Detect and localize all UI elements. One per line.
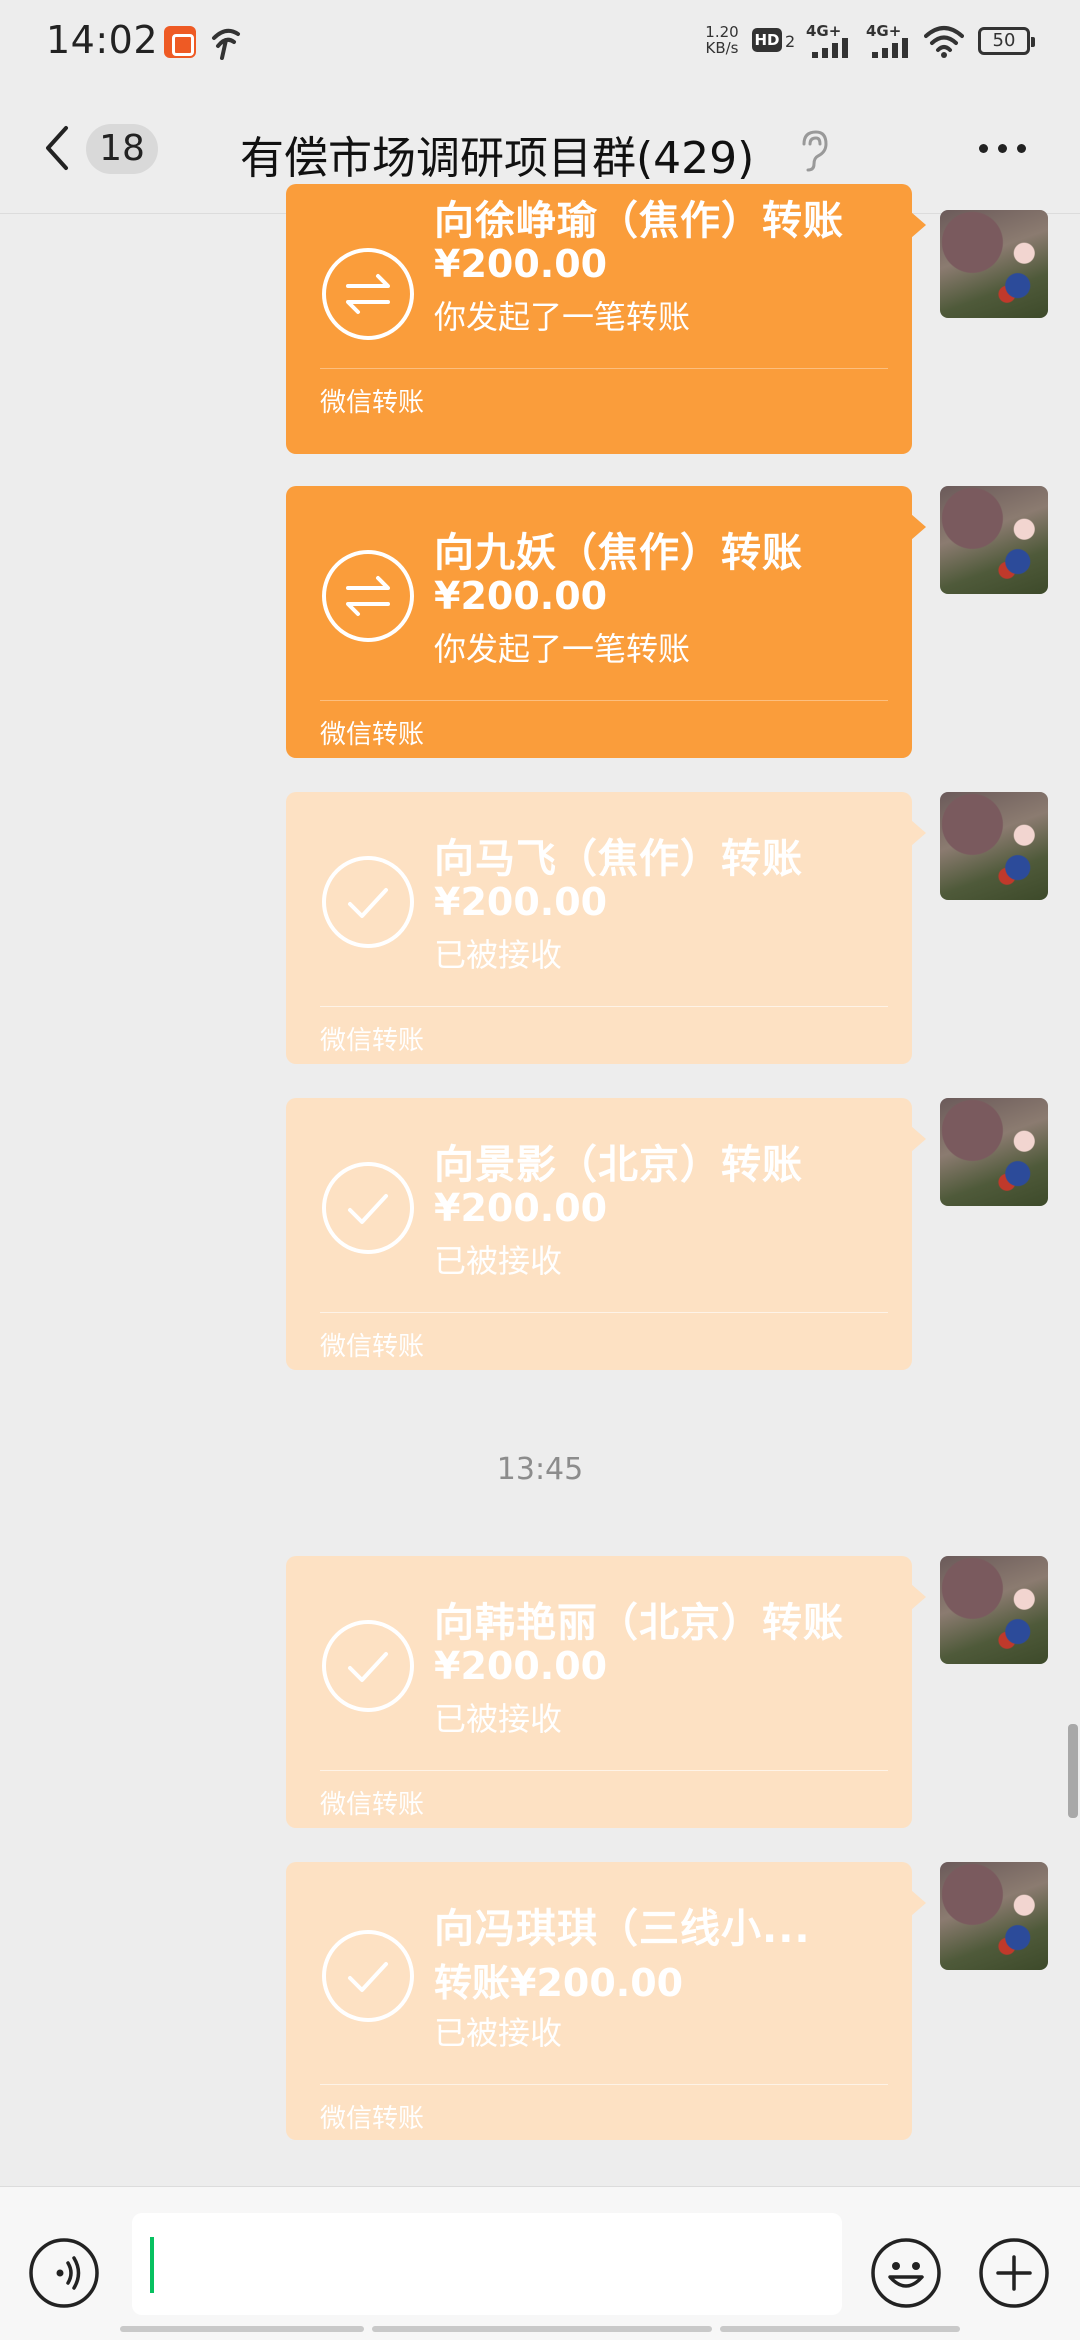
avatar[interactable] (940, 1098, 1048, 1206)
checkmark-circle-icon (322, 1930, 414, 2022)
plus-icon (979, 2238, 1049, 2308)
transfer-title: 向马飞（焦作）转账 (434, 836, 803, 882)
transfer-status: 已被接收 (434, 2014, 563, 2052)
hd-indicator: HD 2 (752, 26, 798, 56)
voice-icon (29, 2238, 99, 2308)
transfer-bubble[interactable]: 向马飞（焦作）转账 ¥200.00 已被接收 微信转账 (286, 792, 926, 1064)
signal-sim1: 4G+ (806, 22, 858, 60)
bubble-tail (911, 1890, 926, 1916)
checkmark-circle-icon (322, 1162, 414, 1254)
bubble-tail (911, 212, 926, 238)
divider (320, 1312, 888, 1313)
dot-icon (978, 144, 988, 153)
transfer-amount: ¥200.00 (434, 1186, 608, 1230)
transfer-bubble[interactable]: 向九妖（焦作）转账 ¥200.00 你发起了一笔转账 微信转账 (286, 486, 926, 758)
transfer-title: 向韩艳丽（北京）转账 (434, 1600, 844, 1646)
unread-count-badge: 18 (86, 124, 158, 174)
transfer-status: 你发起了一笔转账 (434, 298, 691, 336)
transfer-bubble[interactable]: 向景影（北京）转账 ¥200.00 已被接收 微信转账 (286, 1098, 926, 1370)
transfer-bubble[interactable]: 向冯琪琪（三线小... 转账¥200.00 已被接收 微信转账 (286, 1862, 926, 2140)
checkmark-circle-icon (322, 1620, 414, 1712)
hd-label: HD (752, 28, 782, 52)
transfer-footer: 微信转账 (320, 1790, 425, 1820)
transfer-bubble[interactable]: 向徐峥瑜（焦作）转账 ¥200.00 你发起了一笔转账 微信转账 (286, 184, 926, 454)
scrollbar[interactable] (1068, 1724, 1078, 1818)
gesture-bar (720, 2326, 960, 2332)
back-button[interactable]: 18 (34, 118, 164, 178)
divider (320, 1006, 888, 1007)
signal-bars-icon (812, 38, 848, 58)
transfer-title: 向冯琪琪（三线小... (434, 1906, 811, 1952)
emoji-icon (871, 2238, 941, 2308)
avatar[interactable] (940, 486, 1048, 594)
gesture-bar (120, 2326, 364, 2332)
bubble-tail (911, 820, 926, 846)
transfer-status: 已被接收 (434, 1242, 563, 1280)
transfer-amount: ¥200.00 (434, 1644, 608, 1688)
plus-button[interactable] (978, 2237, 1050, 2309)
app-notification-icon (164, 26, 196, 58)
bubble-tail (911, 1126, 926, 1152)
telecom-icon (212, 28, 240, 60)
dot-icon (1016, 144, 1026, 153)
avatar[interactable] (940, 1556, 1048, 1664)
transfer-bubble[interactable]: 向韩艳丽（北京）转账 ¥200.00 已被接收 微信转账 (286, 1556, 926, 1828)
chat-timestamp: 13:45 (496, 1452, 584, 1487)
checkmark-circle-icon (322, 856, 414, 948)
transfer-footer: 微信转账 (320, 1026, 425, 1056)
transfer-status: 已被接收 (434, 936, 563, 974)
message-input[interactable] (132, 2213, 842, 2315)
gesture-bar (372, 2326, 712, 2332)
hd-sim-number: 2 (785, 32, 796, 51)
net-speed-unit: KB/s (705, 39, 739, 57)
transfer-title: 向徐峥瑜（焦作）转账 (434, 198, 844, 244)
bubble-tail (911, 514, 926, 540)
signal-bars-icon (872, 38, 908, 58)
divider (320, 1770, 888, 1771)
avatar[interactable] (940, 210, 1048, 318)
divider (320, 368, 888, 369)
back-arrow-icon (46, 126, 68, 170)
transfer-arrows-icon (322, 248, 414, 340)
wifi-icon (924, 26, 964, 58)
bubble-tail (911, 1584, 926, 1610)
dot-icon (997, 144, 1007, 153)
divider (320, 2084, 888, 2085)
chat-title[interactable]: 有偿市场调研项目群(429) (240, 122, 754, 186)
transfer-status: 已被接收 (434, 1700, 563, 1738)
transfer-amount: 转账¥200.00 (434, 1961, 684, 2005)
avatar[interactable] (940, 792, 1048, 900)
transfer-footer: 微信转账 (320, 1332, 425, 1362)
net-speed: 1.20 KB/s (700, 24, 744, 56)
transfer-footer: 微信转账 (320, 388, 425, 418)
voice-button[interactable] (28, 2237, 100, 2309)
avatar[interactable] (940, 1862, 1048, 1970)
transfer-status: 你发起了一笔转账 (434, 630, 691, 668)
transfer-amount: ¥200.00 (434, 242, 608, 286)
battery-icon: 50 (978, 27, 1035, 55)
status-time: 14:02 (46, 18, 159, 62)
divider (320, 700, 888, 701)
transfer-title: 向景影（北京）转账 (434, 1142, 803, 1188)
transfer-amount: ¥200.00 (434, 880, 608, 924)
input-bar (0, 2186, 1080, 2340)
status-bar: 14:02 1.20 KB/s HD 2 4G+ 4G+ 50 (0, 0, 1080, 84)
transfer-footer: 微信转账 (320, 2104, 425, 2134)
transfer-arrows-icon (322, 550, 414, 642)
signal-sim2: 4G+ (866, 22, 918, 60)
transfer-title: 向九妖（焦作）转账 (434, 530, 803, 576)
transfer-footer: 微信转账 (320, 720, 425, 750)
text-cursor (150, 2237, 154, 2293)
ear-icon (802, 130, 828, 172)
transfer-amount: ¥200.00 (434, 574, 608, 618)
more-options-button[interactable] (972, 134, 1032, 164)
emoji-button[interactable] (870, 2237, 942, 2309)
net-speed-value: 1.20 (705, 23, 739, 41)
